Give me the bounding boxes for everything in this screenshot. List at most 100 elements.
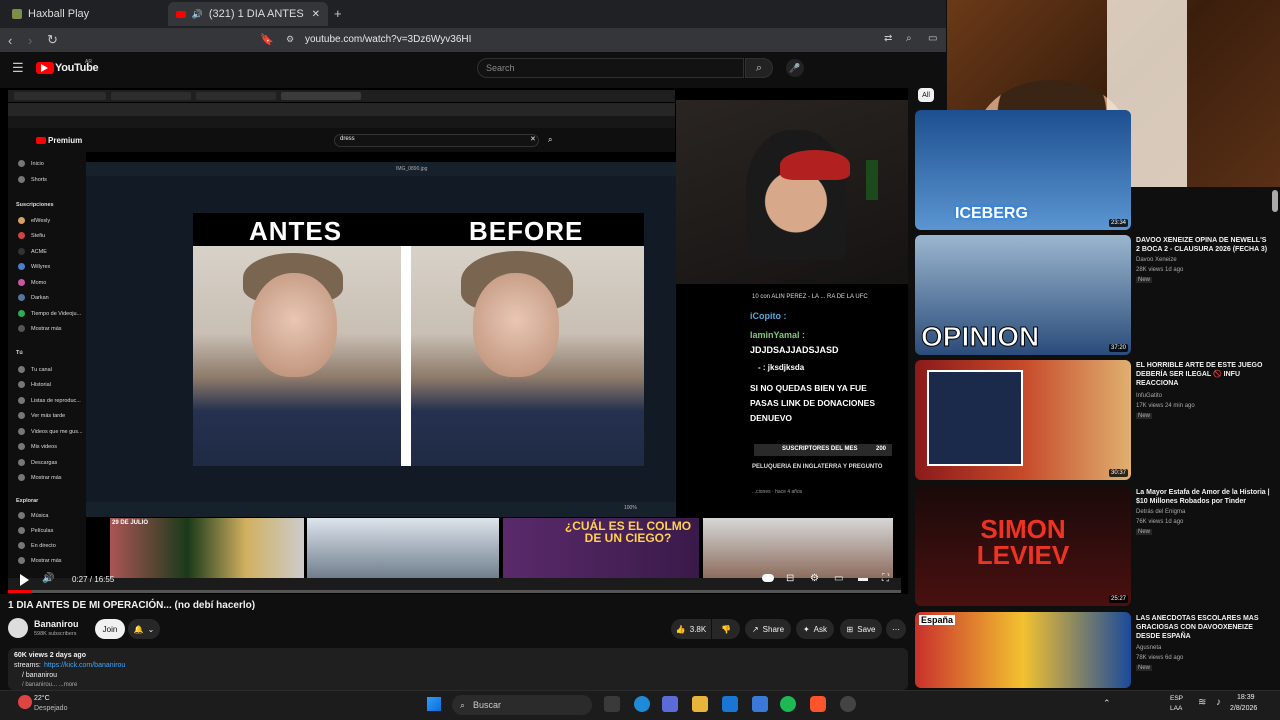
rec-thumbnail[interactable]: España [915,612,1131,688]
channel-name[interactable]: Bananirou [34,619,79,629]
inner-sub-item: Momo [31,279,47,286]
miniplayer-icon[interactable]: ▭ [834,573,843,584]
taskbar-search[interactable]: ⌕ Buscar [452,695,592,715]
desc-social-2[interactable]: / bananirou... ...more [22,682,77,688]
bookmark-icon[interactable]: 🔖 [260,33,274,46]
inner-nav-item: Inicio [31,160,44,167]
subscriber-count: 598K subscribers [34,631,77,637]
dislike-icon: 👎 [721,624,731,634]
theater-icon[interactable]: ▬ [858,573,868,584]
store-icon[interactable] [722,696,738,712]
task-view-icon[interactable] [604,696,620,712]
clock-time[interactable]: 18:39 [1237,694,1255,701]
brave-icon[interactable] [810,696,826,712]
inner-thumbnail-text: 29 DE JULIO [112,520,149,526]
more-actions-button[interactable]: ⋯ [886,619,906,639]
tab-haxball[interactable]: Haxball Play [4,2,164,26]
edge-icon[interactable] [634,696,650,712]
cast-icon[interactable]: ▭ [928,33,937,44]
more-icon: ⋯ [892,624,900,634]
close-tab-icon[interactable]: ✕ [312,9,320,20]
weather-icon[interactable] [18,695,32,709]
autoplay-toggle[interactable] [762,574,774,582]
inner-search-text: dress [340,136,355,142]
play-button[interactable] [20,574,29,586]
taskbar-search-label: Buscar [473,700,502,710]
voice-search-icon[interactable]: 🎤 [786,59,804,77]
url-field[interactable]: youtube.com/watch?v=3Dz6Wyv36HI [305,34,471,45]
speaker-icon[interactable]: ♪ [1216,697,1221,708]
save-icon: ⊞ [846,624,854,634]
desc-streams-link[interactable]: https://kick.com/bananirou [44,662,125,669]
back-icon[interactable]: ‹ [8,33,12,48]
search-input[interactable]: Search [477,58,744,78]
translate-icon[interactable]: ⇄ [884,33,892,44]
rec-channel[interactable]: Agusneta [1136,645,1161,651]
app-icon-2[interactable] [840,696,856,712]
inner-brand: Premium [48,136,83,145]
start-button[interactable] [427,697,441,711]
chat-message: SI NO QUEDAS BIEN YA FUE PASAS LINK DE D… [750,383,875,423]
tab-youtube[interactable]: 🔊 (321) 1 DIA ANTES DE MI OP... ✕ [168,2,328,26]
rec-thumbnail[interactable]: 30:37 [915,360,1131,480]
inner-clear-icon: ✕ [530,136,536,143]
copilot-icon[interactable] [662,696,678,712]
dislike-button[interactable]: 👎 [712,619,740,639]
notification-bell-button[interactable]: 🔔 ⌄ [128,619,160,639]
inner-sub-item: Darkan [31,294,49,301]
rec-channel[interactable]: Detrás del Enigma [1136,509,1185,515]
wifi-icon[interactable]: ≋ [1198,697,1206,708]
lang-layout[interactable]: LAA [1170,705,1182,712]
rec-thumbnail[interactable]: SIMON LEVIEV 25:27 [915,486,1131,606]
rec-title[interactable]: LAS ANECDOTAS ESCOLARES MAS GRACIOSAS CO… [1136,614,1271,641]
duration-badge: 37:20 [1108,344,1128,352]
share-icon: ↗ [751,624,759,634]
rec-thumbnail[interactable]: ICEBERG 23:34 [915,110,1131,230]
inner-section-title: Explorar [16,498,39,504]
channel-avatar[interactable] [8,618,28,638]
sparkle-icon: ✦ [802,624,810,634]
rec-channel[interactable]: InfuGatito [1136,393,1162,399]
save-button[interactable]: ⊞ Save [840,619,882,639]
volume-icon[interactable]: 🔊 [42,573,54,584]
search-button[interactable]: ⌕ [745,58,773,78]
lang-code[interactable]: ESP [1170,695,1183,702]
reload-icon[interactable]: ↻ [47,32,58,48]
rec-channel[interactable]: Davoo Xeneize [1136,257,1177,263]
new-badge: New [1136,277,1153,283]
compare-left-label: ANTES [249,216,343,246]
zoom-icon[interactable]: ⌕ [906,33,912,44]
rec-title[interactable]: La Mayor Estafa de Amor de la Historia |… [1136,488,1271,506]
rec-title[interactable]: DAVOO XENEIZE OPINA DE NEWELL'S 2 BOCA 2… [1136,236,1271,254]
file-explorer-icon[interactable] [692,696,708,712]
subs-month-count: 200 [876,446,887,452]
ask-label: Ask [813,624,828,634]
progress-bar[interactable] [8,590,901,593]
spotify-icon[interactable] [780,696,796,712]
join-button[interactable]: Join [95,619,125,639]
site-info-icon[interactable]: ⚙ [286,34,294,45]
ask-button[interactable]: ✦ Ask [796,619,834,639]
fullscreen-icon[interactable]: ⛶ [882,573,889,584]
app-icon[interactable] [752,696,768,712]
weather-temp: 22°C [34,695,50,702]
inner-explore-item: Películas [31,527,54,534]
desc-social-1[interactable]: / bananirou [22,672,57,679]
subtitles-icon[interactable]: ⊟ [786,573,794,584]
time-display: 0:27 / 16:55 [72,575,115,584]
inner-address-bar [8,103,675,116]
clock-date[interactable]: 2/8/2026 [1230,705,1257,712]
address-bar-row: ‹ › ↻ 🔖 ⚙ youtube.com/watch?v=3Dz6Wyv36H… [0,28,946,52]
new-tab-button[interactable]: + [334,6,342,21]
description-box[interactable]: 60K views 2 days ago streams: https://ki… [8,648,908,690]
forward-icon[interactable]: › [28,33,32,48]
rec-title[interactable]: EL HORRIBLE ARTE DE ESTE JUEGO DEBERÍA S… [1136,361,1271,388]
inner-browser-tabs [8,90,675,102]
tray-chevron-icon[interactable]: ⌃ [1103,698,1111,709]
settings-icon[interactable]: ⚙ [810,573,819,584]
like-button[interactable]: 👍 3.8K [671,619,711,639]
menu-icon[interactable]: ☰ [12,60,24,76]
image-filename: IMG_0890.jpg [396,166,428,172]
share-button[interactable]: ↗ Share [745,619,791,639]
rec-thumbnail[interactable]: OPINION 37:20 [915,235,1131,355]
